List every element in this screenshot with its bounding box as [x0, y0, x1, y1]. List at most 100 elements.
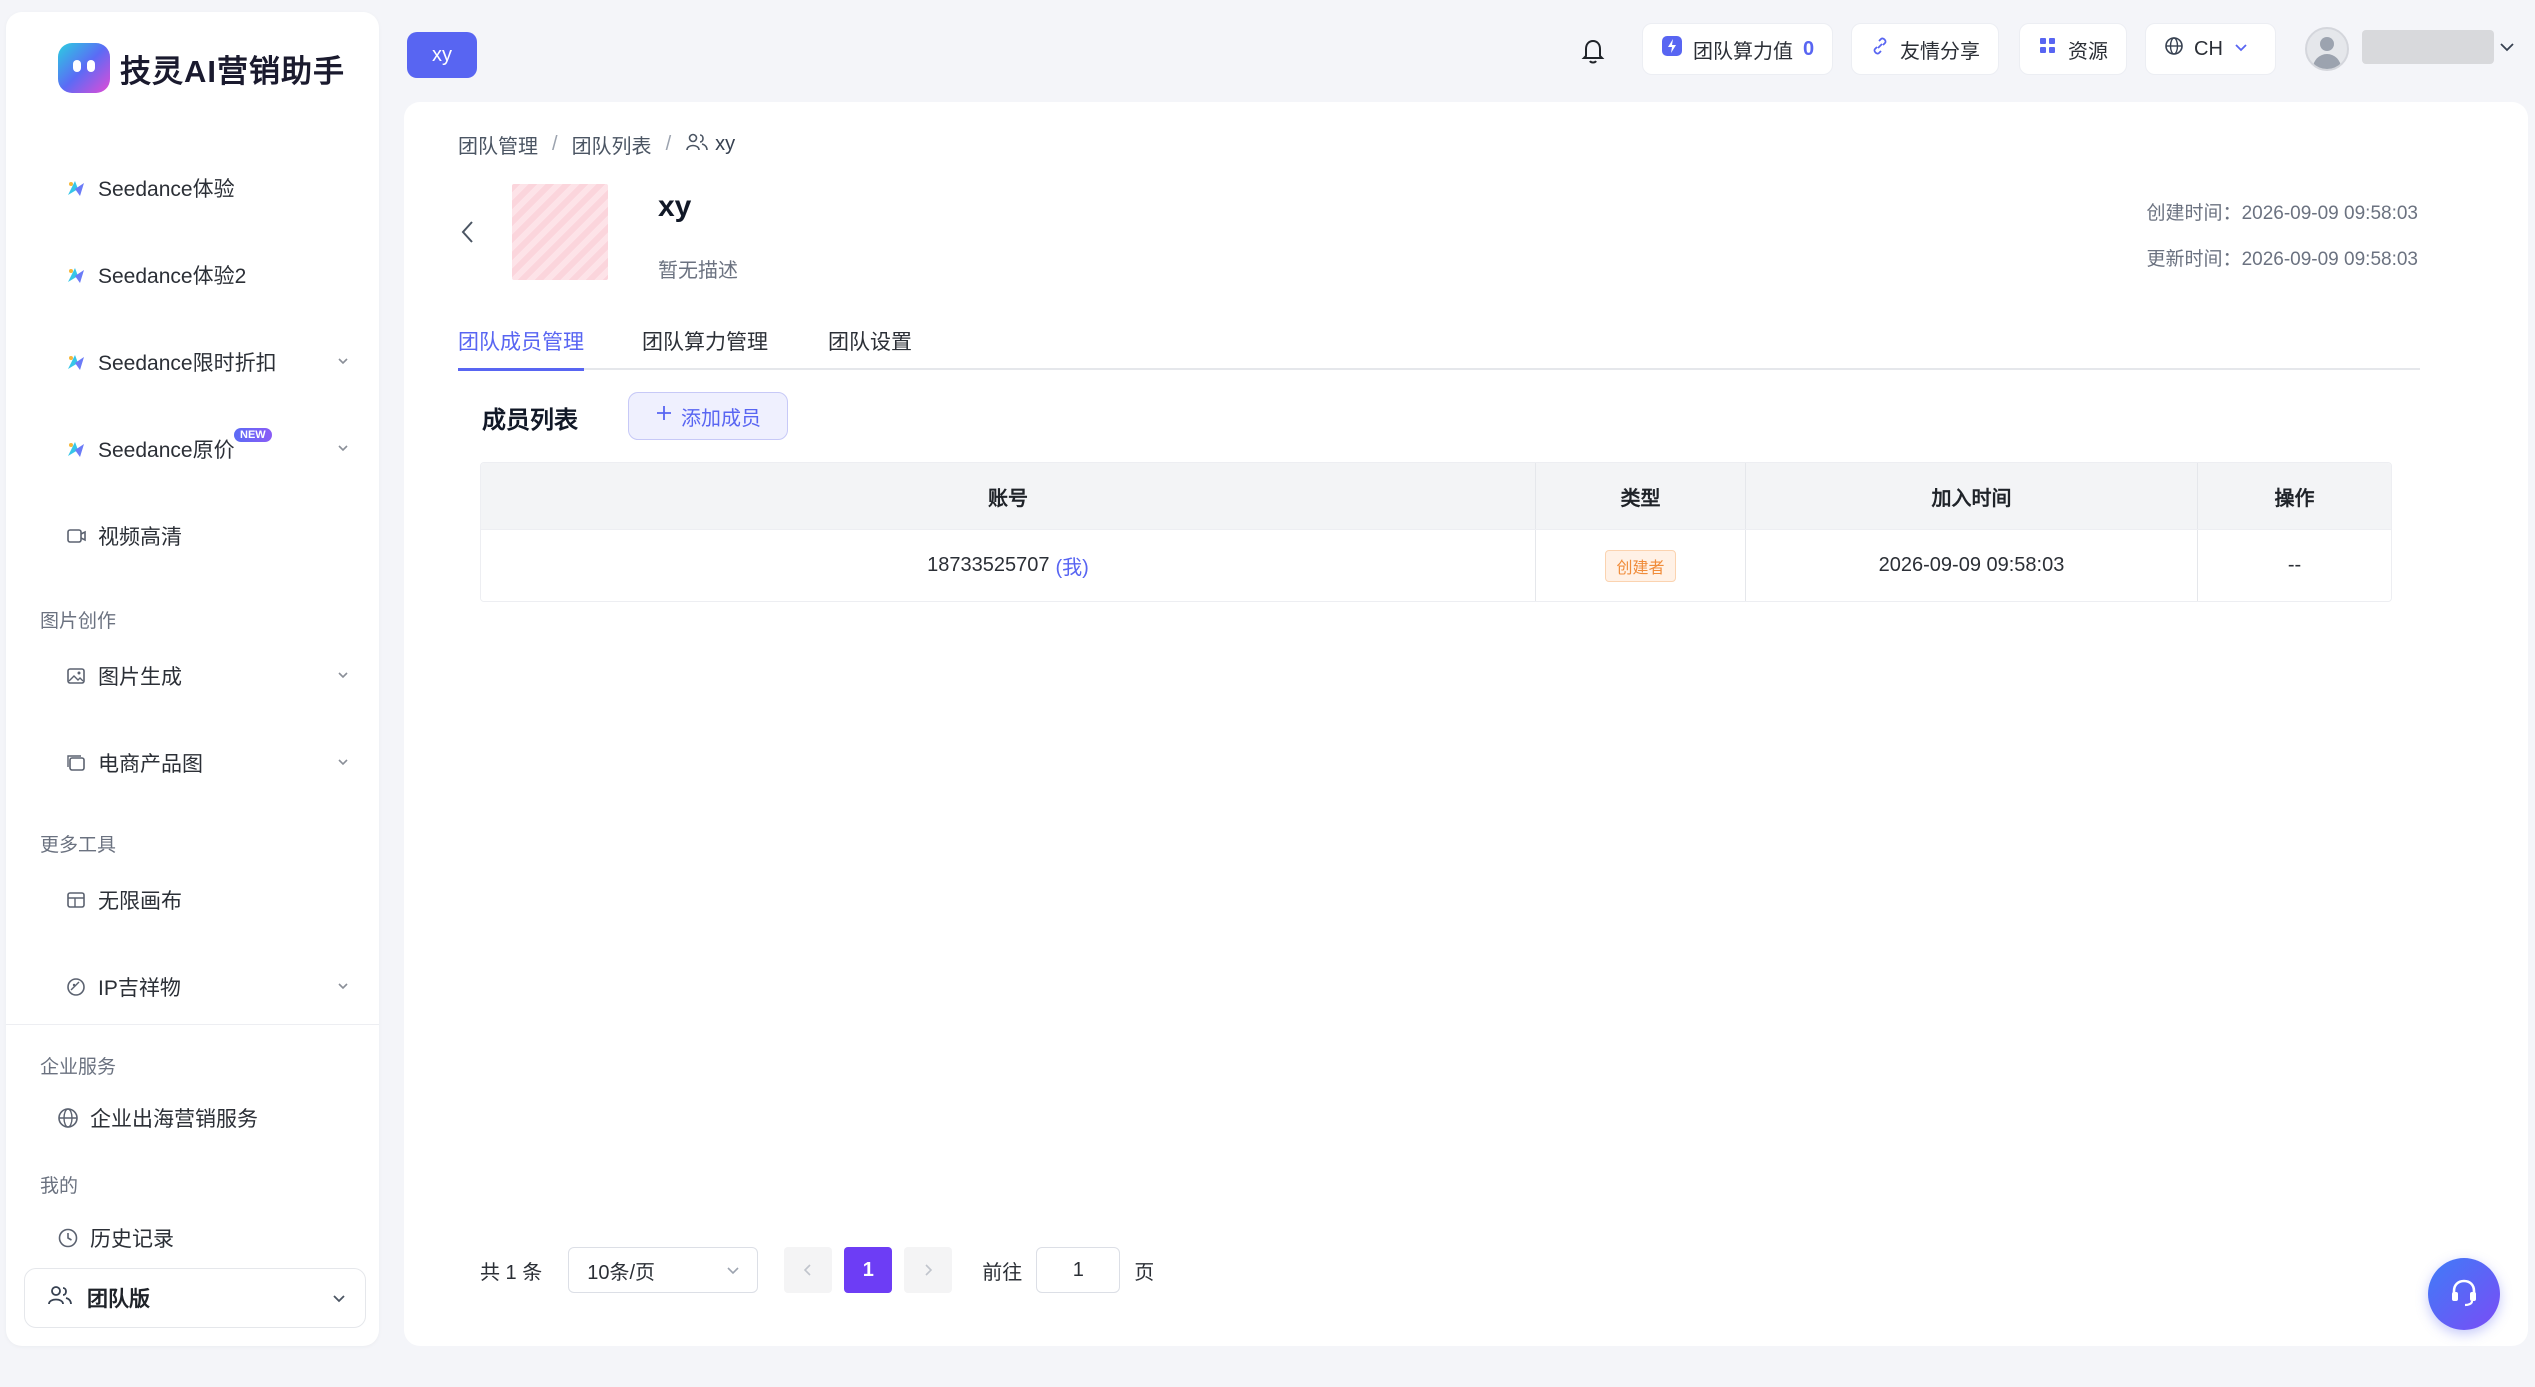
add-member-button[interactable]: 添加成员: [628, 392, 788, 440]
goto-page-input[interactable]: 1: [1036, 1247, 1121, 1293]
brand[interactable]: 技灵AI营销助手: [58, 40, 345, 96]
team-cover-image: [512, 184, 608, 280]
team-tabs: 团队成员管理 团队算力管理 团队设置: [458, 314, 2420, 371]
user-avatar[interactable]: [2305, 27, 2349, 71]
column-header-joined: 加入时间: [1746, 463, 2198, 529]
bell-icon[interactable]: [1576, 34, 1610, 68]
type-cell: 创建者: [1536, 530, 1746, 601]
sidebar-divider: [6, 1024, 379, 1025]
tab-team-settings[interactable]: 团队设置: [828, 326, 912, 370]
seedance-icon: [64, 350, 88, 374]
new-badge: NEW: [234, 428, 272, 442]
sidebar-item-enterprise-marketing[interactable]: 企业出海营销服务: [56, 1098, 346, 1138]
breadcrumb-current: xy: [685, 132, 735, 158]
chevron-down-icon[interactable]: [332, 350, 354, 372]
seedance-icon: [64, 263, 88, 287]
team-icon: [685, 132, 709, 158]
team-compute-label: 团队算力值: [1693, 40, 1793, 63]
breadcrumb-team-management[interactable]: 团队管理: [458, 130, 538, 159]
sidebar-item-infinite-canvas[interactable]: 无限画布: [64, 880, 354, 920]
sidebar-item-seedance-discount[interactable]: Seedance限时折扣: [64, 342, 354, 382]
section-image-creation: 图片创作: [40, 611, 117, 632]
user-name-redacted[interactable]: [2362, 30, 2494, 64]
page-number-current[interactable]: 1: [844, 1247, 893, 1293]
seedance-icon: [64, 176, 88, 200]
sidebar-item-label: IP吉祥物: [98, 977, 181, 1000]
globe-icon: [56, 1106, 80, 1130]
main-content: 团队管理 / 团队列表 / xy xy 暂无描述 创建时间：2026-09-09…: [404, 102, 2528, 1346]
sidebar-item-label: 历史记录: [90, 1228, 174, 1251]
tab-member-management[interactable]: 团队成员管理: [458, 326, 584, 371]
sidebar-item-seedance-original[interactable]: Seedance原价 NEW: [64, 428, 354, 469]
chevron-down-icon[interactable]: [2498, 38, 2516, 61]
sidebar-item-image-generation[interactable]: 图片生成: [64, 656, 354, 696]
goto-label: 前往: [982, 1261, 1023, 1284]
pagination-total: 共 1 条: [480, 1261, 543, 1284]
member-table: 账号 类型 加入时间 操作 18733525707 (我) 创建者 2026-0…: [480, 462, 2392, 602]
sidebar-item-label: 企业出海营销服务: [90, 1108, 258, 1131]
sidebar-item-seedance-trial-2[interactable]: Seedance体验2: [64, 255, 354, 295]
section-mine: 我的: [40, 1176, 79, 1197]
updated-time: 更新时间：2026-09-09 09:58:03: [2147, 244, 2418, 271]
resources-button[interactable]: 资源: [2019, 23, 2127, 75]
sidebar-item-label-wrap: Seedance原价 NEW: [98, 428, 272, 464]
history-icon: [56, 1226, 80, 1250]
team-compute-button[interactable]: 团队算力值 0: [1642, 23, 1834, 75]
page-size-select[interactable]: 10条/页: [568, 1247, 759, 1293]
chevron-down-icon: [2233, 38, 2249, 61]
prev-page-button[interactable]: [784, 1247, 833, 1293]
sidebar-item-label: 视频高清: [98, 526, 182, 549]
seedance-icon: [64, 437, 88, 461]
add-member-label: 添加成员: [681, 407, 761, 430]
breadcrumb-separator: /: [665, 133, 672, 155]
breadcrumb: 团队管理 / 团队列表 / xy: [458, 130, 735, 159]
sidebar-item-label: Seedance体验: [98, 178, 235, 201]
chevron-down-icon: [331, 1288, 347, 1312]
sidebar: 技灵AI营销助手 Seedance体验 Seedance体验2 Seedance…: [6, 12, 379, 1346]
chevron-down-icon[interactable]: [332, 975, 354, 997]
breadcrumb-team-list[interactable]: 团队列表: [572, 130, 652, 159]
sidebar-item-label: 无限画布: [98, 890, 182, 913]
next-page-button[interactable]: [904, 1247, 953, 1293]
sidebar-item-label: 图片生成: [98, 666, 182, 689]
tab-compute-management[interactable]: 团队算力管理: [642, 326, 768, 370]
sidebar-item-product-image[interactable]: 电商产品图: [64, 743, 354, 783]
link-icon: [1870, 36, 1890, 62]
created-time: 创建时间：2026-09-09 09:58:03: [2147, 198, 2418, 225]
share-button[interactable]: 友情分享: [1851, 23, 1999, 75]
role-badge: 创建者: [1605, 549, 1676, 582]
language-select[interactable]: CH: [2145, 23, 2276, 75]
chevron-down-icon[interactable]: [332, 437, 354, 459]
actions-cell: --: [2287, 554, 2302, 576]
column-header-account: 账号: [481, 463, 1536, 529]
sidebar-item-seedance-trial[interactable]: Seedance体验: [64, 168, 354, 208]
chevron-down-icon[interactable]: [332, 751, 354, 773]
column-header-actions: 操作: [2274, 487, 2315, 510]
created-label: 创建时间：: [2146, 203, 2242, 224]
sidebar-item-label: Seedance体验2: [98, 265, 247, 288]
brand-name: 技灵AI营销助手: [120, 53, 345, 89]
sidebar-item-label: 电商产品图: [98, 753, 203, 776]
me-tag: (我): [1055, 557, 1089, 579]
page-suffix: 页: [1134, 1261, 1155, 1284]
sidebar-item-video-hd[interactable]: 视频高清: [64, 516, 354, 556]
back-arrow-icon[interactable]: [458, 218, 482, 248]
mascot-icon: [64, 975, 88, 999]
product-image-icon: [64, 751, 88, 775]
team-description: 暂无描述: [658, 260, 738, 282]
section-more-tools: 更多工具: [40, 835, 117, 856]
chevron-down-icon[interactable]: [332, 664, 354, 686]
team-name: xy: [658, 190, 692, 223]
team-version-select[interactable]: 团队版: [24, 1268, 366, 1328]
headset-icon: [2446, 1274, 2482, 1315]
account-value: 18733525707: [927, 554, 1050, 576]
current-team-chip[interactable]: xy: [407, 32, 477, 78]
joined-cell: 2026-09-09 09:58:03: [1746, 530, 2198, 601]
sidebar-item-ip-mascot[interactable]: IP吉祥物: [64, 967, 354, 1007]
pagination: 共 1 条 10条/页 1 前往 1 页: [480, 1246, 1154, 1294]
updated-value: 2026-09-09 09:58:03: [2241, 249, 2418, 270]
sidebar-item-history[interactable]: 历史记录: [56, 1218, 346, 1258]
video-hd-icon: [64, 524, 88, 548]
customer-support-button[interactable]: [2428, 1258, 2500, 1330]
sidebar-item-label: Seedance限时折扣: [98, 352, 277, 375]
